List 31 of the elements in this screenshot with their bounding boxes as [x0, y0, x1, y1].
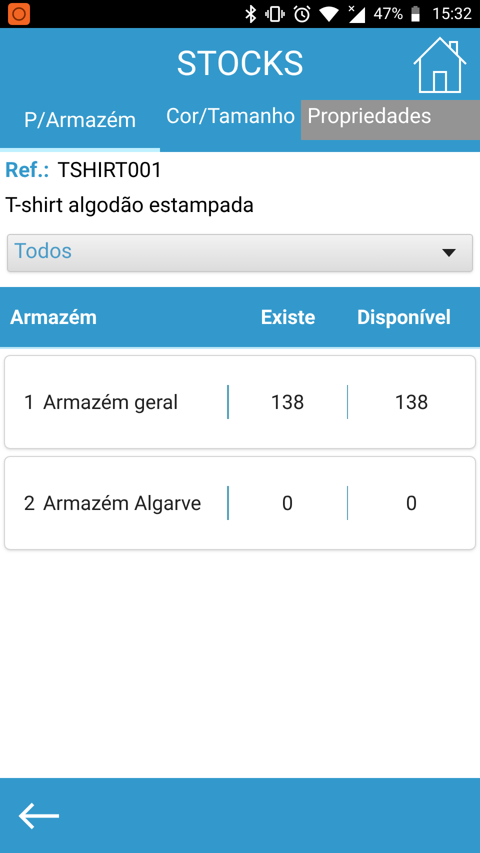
- row-number: 2: [22, 490, 36, 517]
- tab[interactable]: P/Armazém: [0, 100, 160, 152]
- filter-dropdown[interactable]: Todos: [7, 234, 473, 272]
- wifi-icon: [319, 6, 340, 22]
- vibrate-icon: [265, 6, 286, 22]
- signal-icon: [347, 5, 366, 23]
- clock-time: 15:32: [432, 3, 472, 25]
- page-title: STOCKS: [176, 42, 304, 86]
- back-arrow-icon[interactable]: [18, 802, 60, 830]
- dropdown-caret-icon: [442, 249, 456, 257]
- column-header: Disponível: [356, 304, 452, 331]
- disponivel-value: 138: [394, 389, 430, 416]
- column-header: Existe: [260, 304, 316, 331]
- bluetooth-icon: [245, 5, 258, 23]
- warehouse-name: Armazém geral: [43, 389, 180, 416]
- warehouse-row[interactable]: 2 Armazém Algarve 0 0: [4, 456, 476, 550]
- battery-percentage: 47%: [373, 3, 404, 25]
- disponivel-value: 0: [404, 490, 418, 517]
- tab[interactable]: Cor/Tamanho: [160, 100, 302, 152]
- warehouse-name: Armazém Algarve: [43, 490, 202, 517]
- warehouse-row[interactable]: 1 Armazém geral 138 138: [4, 355, 476, 449]
- row-number: 1: [22, 389, 36, 416]
- existe-value: 138: [270, 389, 306, 416]
- alarm-icon: [293, 5, 312, 23]
- ref-value: TSHIRT001: [57, 158, 163, 186]
- battery-icon: [411, 6, 420, 22]
- product-description: T-shirt algodão estampada: [5, 193, 256, 220]
- existe-value: 0: [280, 490, 294, 517]
- app-notification-icon: [8, 3, 30, 25]
- column-header: Armazém: [10, 304, 98, 331]
- ref-label: Ref.:: [5, 158, 50, 186]
